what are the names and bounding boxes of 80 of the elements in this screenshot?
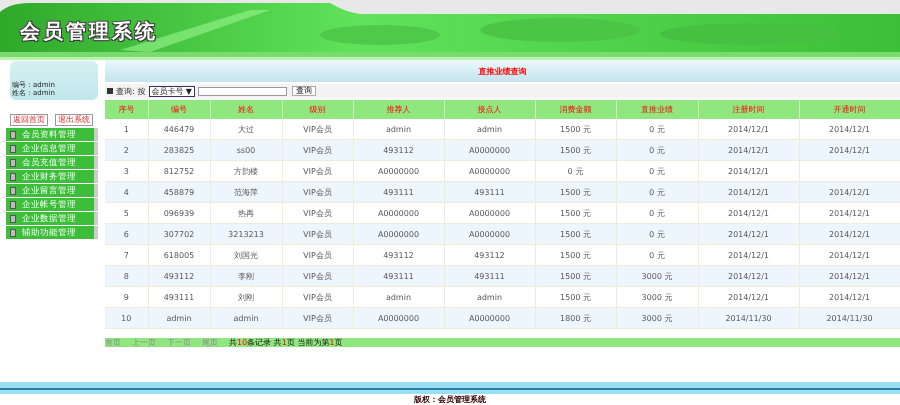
table-cell: 0 元 [616, 182, 698, 202]
table-cell: 1500 元 [535, 266, 616, 286]
table-cell: 0 元 [616, 224, 698, 244]
menu-item[interactable]: 企业数据管理 [6, 212, 98, 225]
table-cell: 2014/12/1 [799, 266, 900, 286]
page-summary: 共10条记录 共1页 当前为第1页 [229, 337, 342, 348]
menu-item[interactable]: 辅助功能管理 [6, 226, 98, 239]
table-cell: 493111 [353, 266, 444, 286]
column-header: 接点人 [444, 100, 535, 119]
table-cell: 1800 元 [535, 308, 616, 328]
menu-item[interactable]: 会员资料管理 [6, 128, 98, 141]
table-cell: 6 [105, 224, 148, 244]
square-icon [107, 88, 113, 94]
table-cell: 2014/12/1 [698, 224, 799, 244]
table-cell: 2014/12/1 [698, 140, 799, 160]
table-cell: 范海萍 [210, 182, 282, 202]
table-cell: 493111 [444, 266, 535, 286]
column-header: 推荐人 [353, 100, 444, 119]
table-cell: ss00 [210, 140, 282, 160]
table-cell: 493111 [444, 182, 535, 202]
table-cell: A0000000 [353, 224, 444, 244]
table-cell: 4 [105, 182, 148, 202]
table-cell: 1500 元 [535, 182, 616, 202]
column-header: 开通时间 [799, 100, 900, 119]
table-cell: 1500 元 [535, 140, 616, 160]
table-cell: A0000000 [444, 140, 535, 160]
table-cell: 458879 [148, 182, 210, 202]
table-cell: admin [210, 308, 282, 328]
copyright-text: 版权：会员管理系统 [414, 395, 486, 404]
table-cell: admin [148, 308, 210, 328]
table-cell: 493111 [353, 182, 444, 202]
field-select[interactable]: 会员卡号 ▼ [148, 86, 195, 96]
table-cell: A0000000 [444, 308, 535, 328]
table-cell: VIP会员 [282, 140, 353, 160]
table-cell: 8 [105, 266, 148, 286]
table-cell: 283825 [148, 140, 210, 160]
query-label: 查询: [116, 86, 135, 96]
table-cell: 3000 元 [616, 308, 698, 328]
column-header: 编号 [148, 100, 210, 119]
table-cell: 2014/11/30 [799, 308, 900, 328]
table-cell: A0000000 [353, 308, 444, 328]
table-cell: 493112 [148, 266, 210, 286]
column-header: 级别 [282, 100, 353, 119]
table-cell: 3000 元 [616, 266, 698, 286]
table-cell: 307702 [148, 224, 210, 244]
table-cell: A0000000 [444, 224, 535, 244]
table-cell: 2 [105, 140, 148, 160]
menu-item[interactable]: 企业帐号管理 [6, 198, 98, 211]
column-header: 序号 [105, 100, 148, 119]
table-cell: 2014/12/1 [799, 224, 900, 244]
column-header: 注册时间 [698, 100, 799, 119]
table-cell: 10 [105, 308, 148, 328]
table-cell: 493112 [353, 140, 444, 160]
table-cell: VIP会员 [282, 308, 353, 328]
table-cell: 李刚 [210, 266, 282, 286]
table-cell: 2014/12/1 [799, 140, 900, 160]
table-cell: 2014/12/1 [698, 182, 799, 202]
table-cell: 2014/11/30 [698, 308, 799, 328]
page-title: 直推业绩查询 [105, 60, 900, 82]
query-button[interactable]: 查询 [292, 86, 316, 96]
table-cell: 2014/12/1 [799, 182, 900, 202]
table-cell: VIP会员 [282, 182, 353, 202]
table-cell: VIP会员 [282, 224, 353, 244]
menu-item[interactable]: 会员充值管理 [6, 156, 98, 169]
menu-item[interactable]: 企业留言管理 [6, 184, 98, 197]
menu-item[interactable]: 企业财务管理 [6, 170, 98, 183]
app-title: 会员管理系统 [20, 18, 158, 45]
table-cell: VIP会员 [282, 266, 353, 286]
search-field[interactable] [198, 86, 287, 96]
table-cell: 2014/12/1 [698, 266, 799, 286]
table-cell: 3213213 [210, 224, 282, 244]
table-cell: 0 元 [616, 140, 698, 160]
table-cell: 1500 元 [535, 224, 616, 244]
query-label: 按 [138, 86, 146, 96]
column-header: 消费金额 [535, 100, 616, 119]
nav-button[interactable]: 退出系统 [55, 114, 93, 126]
nav-button[interactable]: 返回首页 [10, 114, 48, 126]
column-header: 姓名 [210, 100, 282, 119]
menu-item[interactable]: 企业信息管理 [6, 142, 98, 155]
column-header: 直推业绩 [616, 100, 698, 119]
